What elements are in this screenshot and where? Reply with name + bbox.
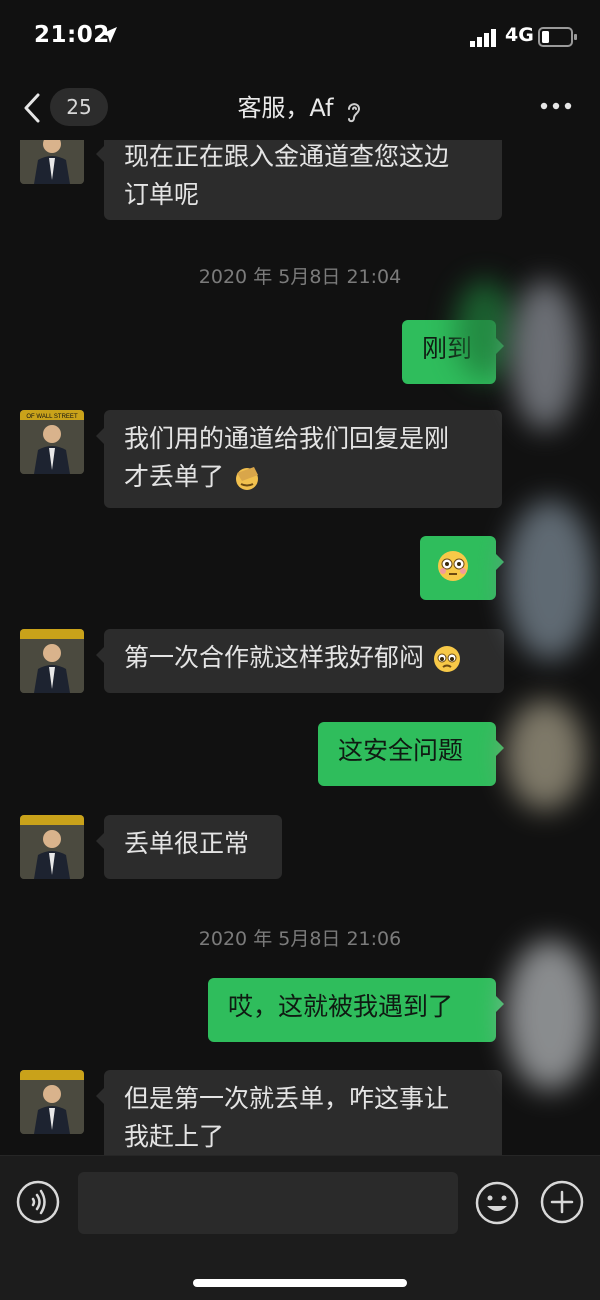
message-bubble-incoming[interactable]: 现在正在跟入金通道查您这边 订单呢 (96, 140, 502, 220)
status-bar: 21:02 4G (0, 0, 600, 76)
redaction-blur (455, 280, 515, 380)
network-type: 4G (505, 24, 534, 46)
message-bubble-incoming[interactable]: 但是第一次就丢单，咋这事让 我赶上了 (96, 1070, 502, 1155)
avatar[interactable] (20, 629, 84, 693)
title-wrap: 客服，Af (190, 88, 410, 124)
message-text: 我们用的通道给我们回复是刚 (124, 424, 450, 453)
more-icon (540, 102, 572, 110)
chat-header: 25 客服，Af (0, 76, 600, 140)
avatar-image (20, 629, 84, 693)
input-bar (0, 1155, 600, 1300)
plus-icon[interactable] (540, 1180, 584, 1224)
avatar-caption: OF WALL STREET (26, 414, 78, 420)
chevron-left-icon (24, 93, 40, 123)
avatar-image: OF WALL STREET (20, 410, 84, 474)
home-indicator (193, 1279, 407, 1287)
timestamp: 2020 年 5月8日 21:04 (198, 266, 402, 288)
location-arrow-icon (101, 27, 117, 43)
signal-icon (470, 29, 496, 47)
message-input[interactable] (78, 1172, 458, 1234)
voice-icon[interactable] (16, 1180, 60, 1224)
redaction-blur (510, 280, 580, 430)
redaction-blur (505, 500, 595, 660)
emoji-icon[interactable] (474, 1180, 520, 1226)
pleading-face-icon (433, 646, 460, 672)
message-bubble-outgoing[interactable] (420, 536, 504, 600)
avatar-image (20, 1070, 84, 1134)
message-text: 这安全问题 (338, 736, 464, 765)
avatar[interactable] (20, 140, 84, 184)
message-bubble-incoming[interactable]: 第一次合作就这样我好郁闷 (96, 629, 504, 693)
message-text: 哎，这就被我遇到了 (228, 992, 454, 1021)
avatar[interactable] (20, 815, 84, 879)
timestamp: 2020 年 5月8日 21:06 (198, 928, 402, 950)
more-button[interactable] (538, 94, 574, 118)
avatar[interactable] (20, 1070, 84, 1134)
ear-icon (347, 102, 360, 122)
message-list[interactable]: 现在正在跟入金通道查您这边 订单呢 2020 年 5月8日 21:04 刚到 O… (0, 140, 600, 1155)
flushed-face-icon (438, 551, 468, 581)
facepalm-emoji-icon (235, 467, 258, 490)
message-text: 才丢单了 (124, 462, 225, 491)
message-text: 现在正在跟入金通道查您这边 (124, 142, 450, 171)
message-text: 丢单很正常 (124, 829, 250, 858)
status-time: 21:02 (34, 22, 110, 48)
avatar-image (20, 815, 84, 879)
redaction-blur (505, 700, 585, 810)
avatar-image (20, 140, 84, 184)
message-bubble-outgoing[interactable]: 这安全问题 (318, 722, 504, 786)
message-text: 第一次合作就这样我好郁闷 (124, 643, 425, 672)
message-bubble-incoming[interactable]: 丢单很正常 (96, 815, 282, 879)
message-bubble-outgoing[interactable]: 哎，这就被我遇到了 (208, 978, 504, 1042)
redaction-blur (505, 940, 595, 1090)
message-text: 但是第一次就丢单，咋这事让 (124, 1084, 450, 1113)
unread-count-badge: 25 (50, 88, 108, 126)
message-text: 订单呢 (124, 180, 200, 209)
back-button[interactable]: 25 (22, 86, 112, 130)
message-bubble-incoming[interactable]: 我们用的通道给我们回复是刚 才丢单了 (96, 410, 502, 508)
chat-title: 客服，Af (237, 94, 334, 122)
battery-icon (538, 27, 577, 47)
avatar[interactable]: OF WALL STREET (20, 410, 84, 474)
message-text: 我赶上了 (124, 1122, 225, 1151)
